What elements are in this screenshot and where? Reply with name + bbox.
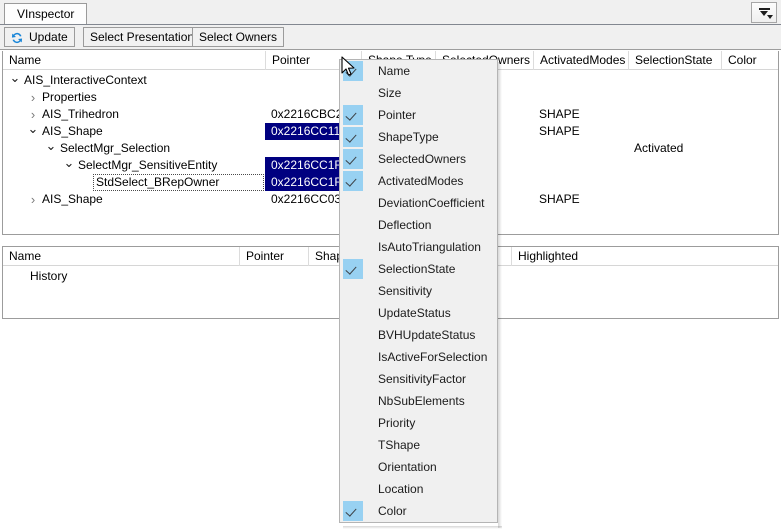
upper-column-header[interactable]: ActivatedModes (533, 51, 628, 70)
check-icon (343, 105, 363, 125)
chevron-down-icon[interactable]: ⌄ (27, 122, 39, 140)
tab-list-bar-icon (759, 8, 770, 10)
menu-item-sensitivityfactor[interactable]: SensitivityFactor (340, 368, 497, 390)
menu-item-label: Size (378, 86, 402, 100)
tab-list-button[interactable] (751, 2, 777, 23)
lower-column-header-label: Highlighted (518, 249, 579, 263)
check-icon (343, 127, 363, 147)
menu-item-shapetype[interactable]: ShapeType (340, 126, 497, 148)
menu-item-label: SelectedOwners (378, 152, 467, 166)
tree-row-name: Properties (42, 90, 97, 104)
menu-item-label: Location (378, 482, 424, 496)
upper-column-header[interactable]: Name (3, 51, 265, 70)
update-button[interactable]: Update (4, 27, 75, 47)
tree-row-selection-state: Activated (634, 141, 684, 155)
menu-item-isactiveforselection[interactable]: IsActiveForSelection (340, 346, 497, 368)
chevron-down-icon[interactable]: ⌄ (63, 156, 75, 174)
select-presentations-label: Select Presentations (90, 30, 201, 44)
chevron-down-icon[interactable]: ⌄ (45, 139, 57, 157)
select-owners-label: Select Owners (199, 30, 278, 44)
menu-item-label: Priority (378, 416, 416, 430)
check-icon (343, 149, 363, 169)
upper-column-header-label: Color (728, 53, 757, 67)
upper-column-header-label: Pointer (272, 53, 311, 67)
menu-item-isautotriangulation[interactable]: IsAutoTriangulation (340, 236, 497, 258)
lower-column-header[interactable]: Highlighted (511, 247, 778, 266)
menu-item-label: TShape (378, 438, 421, 452)
menu-item-selectionstate[interactable]: SelectionState (340, 258, 497, 280)
chevron-down-icon[interactable]: ⌄ (9, 71, 21, 89)
select-presentations-button[interactable]: Select Presentations (83, 27, 208, 47)
tree-row-name: AIS_InteractiveContext (24, 73, 147, 87)
menu-item-selectedowners[interactable]: SelectedOwners (340, 148, 497, 170)
upper-column-header-label: Name (9, 53, 42, 67)
mouse-pointer-icon (341, 56, 355, 76)
menu-item-updatestatus[interactable]: UpdateStatus (340, 302, 497, 324)
menu-item-tshape[interactable]: TShape (340, 434, 497, 456)
menu-item-label: UpdateStatus (378, 306, 451, 320)
menu-item-label: Orientation (378, 460, 437, 474)
refresh-icon (11, 32, 23, 44)
tree-row-name: SelectMgr_SensitiveEntity (78, 158, 218, 172)
menu-item-label: Name (378, 64, 411, 78)
menu-item-label: Deflection (378, 218, 432, 232)
tree-row-name: AIS_Shape (42, 192, 103, 206)
toolbar: Update Select Presentations Select Owner… (0, 25, 781, 50)
menu-item-sensitivity[interactable]: Sensitivity (340, 280, 497, 302)
menu-item-nbsubelements[interactable]: NbSubElements (340, 390, 497, 412)
menu-item-deviationcoefficient[interactable]: DeviationCoefficient (340, 192, 497, 214)
menu-item-activatedmodes[interactable]: ActivatedModes (340, 170, 497, 192)
chevron-down-small-icon (767, 15, 773, 19)
context-menu-shadow-right (498, 62, 502, 528)
lower-column-header[interactable]: Name (3, 247, 239, 266)
menu-item-bvhupdatestatus[interactable]: BVHUpdateStatus (340, 324, 497, 346)
menu-item-pointer[interactable]: Pointer (340, 104, 497, 126)
check-icon (343, 501, 363, 521)
menu-item-label: SensitivityFactor (378, 372, 467, 386)
menu-item-label: Color (378, 504, 407, 518)
menu-item-priority[interactable]: Priority (340, 412, 497, 434)
focus-outline (93, 174, 264, 191)
lower-column-header-label: Pointer (246, 249, 285, 263)
column-visibility-menu[interactable]: Name Size Pointer ShapeType SelectedOwners Ac… (339, 59, 498, 523)
tree-row-activated-modes: SHAPE (539, 107, 580, 121)
upper-column-header[interactable]: SelectionState (628, 51, 721, 70)
menu-item-size[interactable]: Size (340, 82, 497, 104)
tab-vinspector-label: VInspector (17, 7, 75, 21)
menu-item-color[interactable]: Color (340, 500, 497, 522)
menu-item-label: DeviationCoefficient (378, 196, 485, 210)
upper-column-header-label: ActivatedModes (540, 53, 626, 67)
chevron-right-icon[interactable]: › (27, 191, 39, 208)
lower-column-header-label: Name (9, 249, 42, 263)
upper-column-header[interactable]: Color (721, 51, 778, 70)
tree-row-name: SelectMgr_Selection (60, 141, 171, 155)
lower-column-header[interactable]: Pointer (239, 247, 308, 266)
menu-item-label: IsAutoTriangulation (378, 240, 481, 254)
menu-item-label: Pointer (378, 108, 417, 122)
check-icon (343, 259, 363, 279)
menu-item-label: SelectionState (378, 262, 456, 276)
menu-item-deflection[interactable]: Deflection (340, 214, 497, 236)
menu-item-orientation[interactable]: Orientation (340, 456, 497, 478)
menu-item-label: Sensitivity (378, 284, 433, 298)
tree-row-activated-modes: SHAPE (539, 192, 580, 206)
select-owners-button[interactable]: Select Owners (192, 27, 285, 47)
tab-bar: VInspector (0, 0, 781, 25)
menu-item-label: ActivatedModes (378, 174, 464, 188)
history-row-name: History (30, 269, 68, 283)
tree-row-activated-modes: SHAPE (539, 124, 580, 138)
menu-item-name[interactable]: Name (340, 60, 497, 82)
menu-item-label: BVHUpdateStatus (378, 328, 476, 342)
update-button-label: Update (29, 30, 68, 44)
upper-column-header-label: SelectionState (635, 53, 713, 67)
menu-item-label: NbSubElements (378, 394, 465, 408)
check-icon (343, 171, 363, 191)
chevron-right-icon[interactable]: › (27, 89, 39, 106)
tree-row-name: AIS_Trihedron (42, 107, 119, 121)
menu-item-location[interactable]: Location (340, 478, 497, 500)
tab-vinspector[interactable]: VInspector (4, 3, 88, 24)
menu-item-label: IsActiveForSelection (378, 350, 488, 364)
menu-item-label: ShapeType (378, 130, 439, 144)
